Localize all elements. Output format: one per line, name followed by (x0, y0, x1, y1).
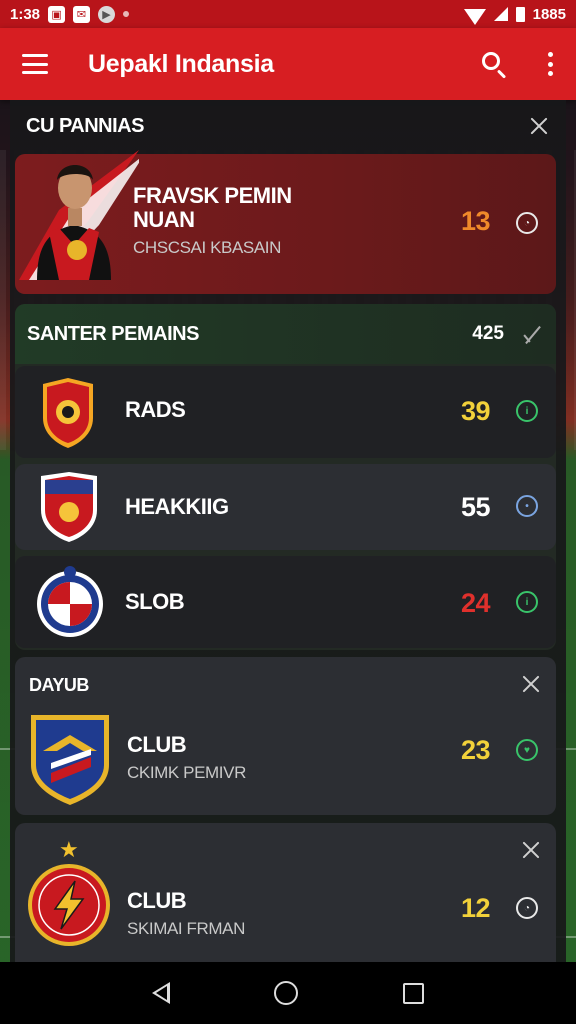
photo-notification-icon: ▣ (48, 5, 66, 23)
media-notification-icon: ▶ (98, 5, 116, 23)
club-score: 23 (460, 735, 491, 765)
section-title: SANTER PEMAINS (27, 322, 199, 345)
club-subtitle: SKIMAI FRMAN (127, 919, 245, 938)
system-nav-bar (0, 962, 576, 1024)
club-card[interactable]: ★ CLUB SKIMAI FRMAN 12 ◔ (15, 823, 556, 962)
section-header-top: CU PANNIAS (10, 100, 566, 152)
club-crest-icon (31, 715, 109, 805)
battery-icon (515, 6, 525, 22)
club-crest-icon (41, 472, 97, 542)
messenger-notification-icon: ✉ (73, 5, 91, 23)
player-score: 13 (460, 206, 491, 236)
club-row[interactable]: RADS 39 i (15, 366, 556, 458)
recent-apps-icon[interactable] (402, 982, 424, 1004)
player-photo (19, 150, 139, 280)
notification-dot-icon (123, 11, 130, 17)
wifi-icon (463, 9, 486, 25)
club-name: RADS (125, 397, 186, 422)
more-options-icon[interactable] (546, 52, 554, 76)
club-row[interactable]: SLOB 24 i (15, 556, 556, 648)
battery-text: 1885 (532, 5, 566, 23)
player-name-line1: FRAVSK PEMIN (133, 183, 292, 208)
close-icon[interactable] (520, 839, 540, 859)
signal-icon (493, 7, 508, 21)
status-icon: i (516, 591, 538, 613)
close-icon[interactable] (520, 673, 540, 693)
club-card[interactable]: DAYUB CLUB CKIMK PEMIVR 23 ♥ (15, 657, 556, 815)
club-name: CLUB (127, 888, 187, 913)
club-score: 12 (460, 893, 491, 923)
section-count: 425 (472, 323, 504, 344)
club-name: CLUB (127, 732, 187, 757)
club-score: 55 (460, 492, 491, 522)
section-title: CU PANNIAS (26, 114, 144, 137)
back-icon[interactable] (152, 982, 171, 1004)
club-name: SLOB (125, 589, 185, 614)
check-icon[interactable] (524, 324, 544, 344)
content-panel: CU PANNIAS FRAVSK PEMIN NUAN CHSCSAI KBA… (10, 100, 566, 962)
club-crest-icon (37, 566, 103, 637)
search-icon[interactable] (480, 50, 508, 79)
status-bar: 1:38 ▣ ✉ ▶ 1885 (0, 0, 576, 28)
player-subtitle: CHSCSAI KBASAIN (133, 238, 281, 258)
home-icon[interactable] (274, 981, 299, 1005)
player-name-line2: NUAN (133, 207, 195, 233)
ball-icon: ◔ (516, 212, 538, 234)
club-subtitle: CKIMK PEMIVR (127, 763, 246, 782)
featured-player-card[interactable]: FRAVSK PEMIN NUAN CHSCSAI KBASAIN 13 ◔ (15, 150, 556, 294)
club-crest-icon (43, 378, 93, 448)
ball-icon: ◔ (516, 897, 538, 919)
club-row[interactable]: HEAKKIIG 55 • (15, 464, 556, 550)
status-icon: i (516, 400, 538, 422)
star-icon: ★ (59, 837, 79, 862)
app-bar: Uepakl Indansia (0, 28, 576, 100)
menu-icon[interactable] (22, 54, 48, 74)
shield-icon: ♥ (516, 739, 538, 761)
close-icon[interactable] (528, 115, 550, 137)
club-crest-icon (28, 864, 110, 946)
club-name: HEAKKIIG (125, 494, 229, 519)
status-time: 1:38 (10, 5, 41, 23)
section-title: DAYUB (29, 675, 89, 695)
club-score: 39 (460, 396, 491, 426)
app-title: Uepakl Indansia (88, 49, 274, 78)
club-score: 24 (460, 588, 491, 618)
info-icon: • (516, 495, 538, 517)
